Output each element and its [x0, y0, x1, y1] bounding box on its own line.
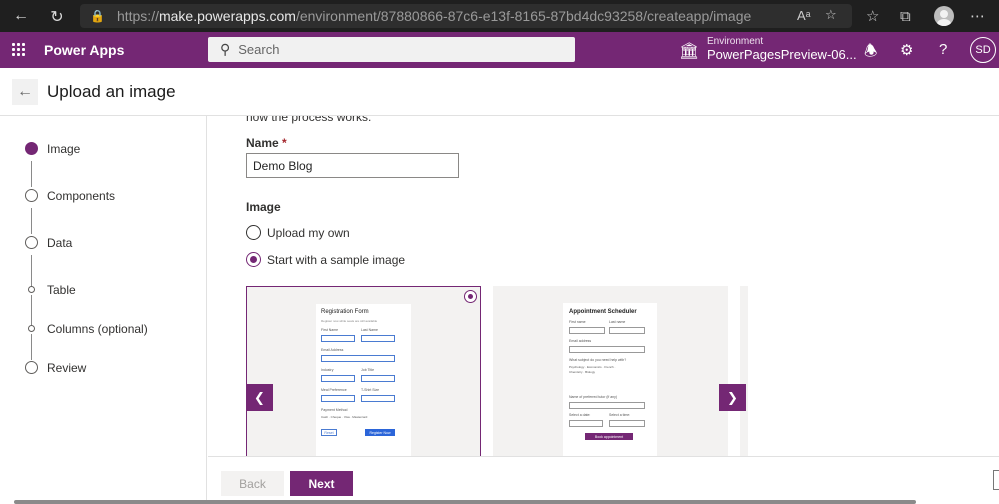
name-label: Name *: [246, 136, 287, 150]
step-image-marker: [25, 142, 38, 155]
radio-circle: [246, 225, 261, 240]
search-icon: ⚲: [220, 41, 231, 57]
environment-icon[interactable]: 🏛: [679, 41, 699, 61]
step-connector: [31, 208, 32, 234]
sample-image-radio[interactable]: Start with a sample image: [246, 252, 405, 267]
step-review-marker: [25, 361, 38, 374]
read-aloud-icon[interactable]: Aᵃ: [797, 8, 811, 23]
more-options-icon[interactable]: ⋯: [970, 0, 985, 32]
step-table[interactable]: Table: [47, 283, 76, 297]
back-button[interactable]: ←: [12, 79, 38, 105]
environment-name[interactable]: PowerPagesPreview-06...: [707, 47, 857, 62]
upload-own-label: Upload my own: [267, 225, 350, 240]
sample-image-label: Start with a sample image: [267, 252, 406, 267]
horizontal-scrollbar[interactable]: [14, 500, 916, 504]
collections-icon[interactable]: ⧉: [900, 0, 911, 32]
step-data[interactable]: Data: [47, 236, 72, 250]
chevron-left-icon: ❮: [254, 389, 265, 405]
step-connector: [31, 334, 32, 360]
url-text: https://make.powerapps.com/environment/8…: [116, 8, 752, 24]
wizard-steps: Image Components Data Table Columns (opt…: [0, 116, 207, 504]
step-columns-marker: [28, 325, 35, 332]
sample-card-appointment[interactable]: Appointment Scheduler First name Last na…: [493, 286, 728, 456]
side-panel-edge: [993, 470, 999, 490]
search-placeholder: Search: [238, 42, 280, 57]
step-image[interactable]: Image: [47, 142, 80, 156]
app-launcher-icon[interactable]: [12, 43, 25, 56]
image-label: Image: [246, 200, 281, 214]
registration-form-preview: Registration Form Register now while sea…: [316, 304, 411, 456]
back-arrow-icon: ←: [17, 83, 33, 100]
step-review[interactable]: Review: [47, 361, 86, 375]
step-columns[interactable]: Columns (optional): [47, 322, 148, 336]
address-bar[interactable]: 🔒 https://make.powerapps.com/environment…: [80, 4, 852, 28]
settings-gear-icon[interactable]: ⚙: [900, 41, 913, 59]
back-nav-button[interactable]: Back: [221, 471, 284, 496]
step-data-marker: [25, 236, 38, 249]
step-connector: [31, 255, 32, 287]
upload-own-radio[interactable]: Upload my own: [246, 225, 350, 240]
back-arrow-icon[interactable]: ←: [4, 7, 38, 25]
next-button[interactable]: Next: [290, 471, 353, 496]
sample-card-next[interactable]: [740, 286, 748, 456]
step-connector: [31, 161, 32, 187]
search-input[interactable]: ⚲ Search: [208, 37, 575, 62]
app-header: Power Apps ⚲ Search 🏛 Environment PowerP…: [0, 32, 999, 68]
step-components-marker: [25, 189, 38, 202]
user-avatar[interactable]: SD: [970, 37, 996, 63]
help-icon[interactable]: ?: [939, 41, 947, 58]
main-content: how the process works. Name * Demo Blog …: [208, 116, 999, 456]
step-table-marker: [28, 286, 35, 293]
page-title: Upload an image: [47, 82, 176, 101]
app-brand[interactable]: Power Apps: [44, 42, 124, 58]
wizard-footer: Back Next: [208, 456, 999, 504]
step-connector: [31, 295, 32, 325]
environment-label[interactable]: Environment: [707, 36, 763, 47]
refresh-icon[interactable]: ↻: [40, 7, 74, 27]
favorite-star-icon[interactable]: ☆: [825, 7, 837, 23]
carousel-next-button[interactable]: ❯: [719, 384, 746, 411]
appointment-scheduler-preview: Appointment Scheduler First name Last na…: [563, 303, 657, 456]
profile-avatar-icon: [934, 6, 954, 26]
lock-icon: 🔒: [90, 9, 105, 23]
browser-toolbar: ← ↻ 🔒 https://make.powerapps.com/environ…: [0, 0, 999, 32]
favorites-icon[interactable]: ☆: [866, 0, 879, 32]
name-input[interactable]: Demo Blog: [246, 153, 459, 178]
radio-circle-selected: [246, 252, 261, 267]
intro-text: how the process works.: [246, 116, 372, 124]
step-components[interactable]: Components: [47, 189, 115, 203]
chevron-right-icon: ❯: [727, 389, 738, 405]
carousel-prev-button[interactable]: ❮: [246, 384, 273, 411]
notifications-bell-icon[interactable]: 🕭: [864, 41, 877, 66]
selected-check-icon: [464, 290, 477, 303]
profile-button[interactable]: [934, 0, 954, 32]
sample-card-registration[interactable]: Registration Form Register now while sea…: [246, 286, 481, 456]
page-header: ← Upload an image: [0, 68, 999, 116]
required-mark: *: [282, 136, 287, 150]
